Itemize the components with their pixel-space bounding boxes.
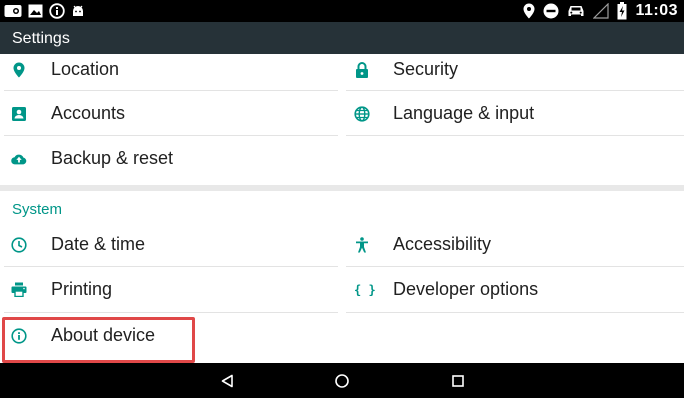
settings-item-location[interactable]: Location [0, 47, 338, 92]
status-time: 11:03 [635, 2, 678, 19]
settings-item-security[interactable]: Security [342, 47, 684, 92]
settings-item-label: Printing [51, 279, 113, 299]
status-bar: 11:03 [0, 0, 684, 22]
home-icon[interactable] [332, 371, 352, 391]
braces-icon: { } [354, 282, 376, 297]
settings-item-date-time[interactable]: Date & time [0, 222, 338, 267]
status-system-icons: 11:03 [523, 0, 678, 22]
printer-icon [11, 282, 27, 298]
highlight-box [2, 317, 195, 363]
clock-icon [11, 236, 27, 253]
recents-icon[interactable] [448, 371, 468, 391]
accessibility-icon [354, 236, 370, 253]
settings-item-language-input[interactable]: Language & input [342, 91, 684, 136]
settings-item-label: Date & time [51, 234, 146, 254]
do-not-disturb-icon [543, 3, 559, 19]
android-icon [71, 4, 85, 18]
settings-item-accessibility[interactable]: Accessibility [342, 222, 684, 267]
location-icon [11, 62, 27, 78]
settings-item-label: Security [393, 59, 459, 79]
voicemail-icon [4, 4, 22, 18]
settings-item-label: Developer options [393, 279, 539, 299]
settings-item-label: Backup & reset [51, 148, 174, 168]
lock-icon [354, 61, 370, 78]
page-title: Settings [12, 30, 70, 47]
settings-item-accounts[interactable]: Accounts [0, 91, 338, 136]
info-icon [49, 3, 65, 19]
location-icon [523, 3, 535, 19]
divider [346, 312, 684, 313]
settings-item-backup-reset[interactable]: Backup & reset [0, 136, 338, 181]
divider [346, 135, 684, 136]
settings-item-printing[interactable]: Printing [0, 267, 338, 312]
status-notification-icons [4, 3, 85, 19]
image-icon [28, 4, 43, 18]
back-icon[interactable] [217, 371, 237, 391]
settings-item-label: Accessibility [393, 234, 492, 254]
account-icon [11, 106, 27, 122]
settings-item-label: Language & input [393, 103, 535, 123]
battery-charging-icon [617, 2, 627, 20]
settings-item-developer-options[interactable]: { } Developer options [342, 267, 684, 312]
navigation-bar [0, 363, 684, 398]
cloud-upload-icon [11, 151, 27, 167]
section-header-system: System [12, 201, 63, 218]
signal-icon [593, 3, 610, 19]
car-icon [567, 4, 585, 18]
settings-item-label: Accounts [51, 103, 126, 123]
personal-settings-card: Location Security Accounts Language & in… [0, 54, 684, 185]
settings-item-label: Location [51, 59, 120, 79]
globe-icon [354, 105, 370, 122]
